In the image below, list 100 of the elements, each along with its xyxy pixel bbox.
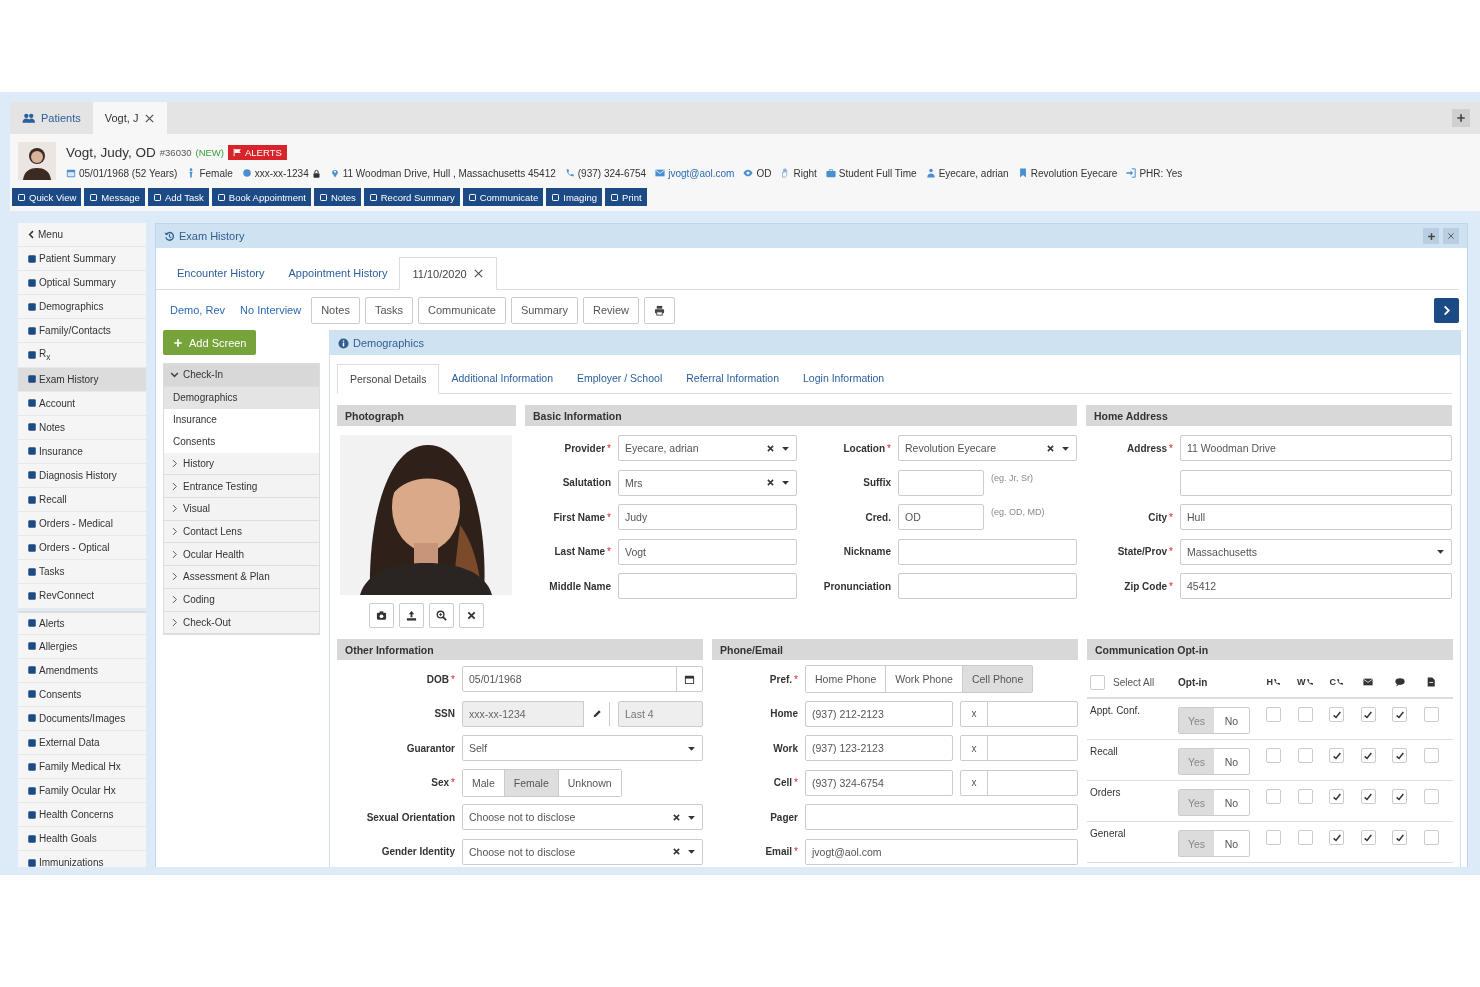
checkbox[interactable] (1360, 748, 1376, 763)
option-button[interactable]: No (1214, 831, 1249, 856)
sidebar-item[interactable]: Family Medical Hx (18, 755, 146, 780)
alerts-button[interactable]: ALERTS (228, 144, 287, 160)
sidebar-item[interactable]: Account (18, 391, 146, 416)
camera-button[interactable] (369, 603, 394, 628)
toolbar-button[interactable]: Summary (510, 296, 578, 324)
sidebar-item[interactable]: Immunizations (18, 851, 146, 867)
sidebar-item[interactable]: Menu (18, 223, 146, 248)
sidebar-item[interactable]: RevConnect (18, 584, 146, 609)
sidebar-item[interactable]: Diagnosis History (18, 463, 146, 489)
sidebar-item[interactable]: Notes (18, 415, 146, 440)
checkbox[interactable] (1392, 830, 1408, 845)
input-field[interactable]: Hull (1180, 504, 1452, 531)
sidebar-item[interactable]: Orders - Optical (18, 536, 146, 561)
tab[interactable]: Referral Information (674, 363, 792, 393)
sidebar-item[interactable]: Demographics (18, 295, 146, 320)
input-field[interactable]: 45412 (1180, 573, 1452, 600)
option-button[interactable]: No (1214, 708, 1249, 733)
input-field[interactable]: (937) 123-2123 (805, 735, 953, 762)
input-field[interactable] (618, 573, 797, 600)
input-field[interactable] (805, 804, 1078, 831)
checkbox[interactable] (1329, 748, 1345, 763)
checkbox[interactable] (1423, 789, 1439, 804)
tree-item[interactable]: Visual (164, 498, 319, 521)
option-button[interactable]: Home Phone (806, 666, 887, 693)
checkbox[interactable] (1329, 707, 1345, 722)
toolbar-button[interactable]: Communicate (418, 296, 506, 324)
sidebar-item[interactable]: Family Ocular Hx (18, 779, 146, 804)
input-field[interactable]: (937) 324-6754 (805, 769, 953, 796)
select-field[interactable]: Eyecare, adrian (618, 435, 797, 462)
action-button[interactable]: Message (84, 188, 145, 206)
upload-button[interactable] (399, 603, 424, 628)
checkbox[interactable] (1360, 789, 1376, 804)
checkbox[interactable] (1266, 748, 1282, 763)
input-field[interactable]: OD (898, 504, 984, 531)
link[interactable]: Demo, Rev (165, 304, 231, 316)
print-button[interactable] (644, 296, 676, 324)
action-button[interactable]: Communicate (462, 188, 544, 206)
tree-item[interactable]: Check-Out (164, 611, 319, 635)
link[interactable]: No Interview (235, 304, 307, 316)
remove-button[interactable] (459, 603, 484, 628)
select-field[interactable]: Mrs (618, 469, 797, 496)
date-field[interactable]: 05/01/1968 (462, 666, 703, 693)
checkbox[interactable] (1297, 748, 1313, 763)
tab[interactable]: Employer / School (565, 363, 675, 393)
toolbar-button[interactable]: Review (582, 296, 640, 324)
input-field[interactable]: xxx-xx-1234 (462, 700, 610, 727)
tab[interactable]: Additional Information (439, 363, 565, 393)
tab[interactable]: Personal Details (337, 364, 440, 394)
tree-item[interactable]: Assessment & Plan (164, 566, 319, 589)
sidebar-item[interactable]: Recall (18, 488, 146, 513)
input-field[interactable] (898, 538, 1077, 565)
extension-field[interactable]: x (960, 735, 1078, 762)
action-button[interactable]: Notes (313, 188, 361, 206)
sidebar-item[interactable]: External Data (18, 730, 146, 756)
tree-item[interactable]: Demographics (164, 386, 319, 409)
action-button[interactable]: Book Appointment (211, 188, 311, 206)
patient-tab[interactable]: Patients (10, 102, 93, 134)
select-field[interactable]: Choose not to disclose (462, 838, 703, 865)
input-field[interactable]: jvogt@aol.com (805, 838, 1078, 865)
sidebar-item[interactable]: Insurance (18, 439, 146, 464)
toolbar-button[interactable]: Notes (311, 296, 360, 324)
sidebar-item[interactable]: Family/Contacts (18, 319, 146, 344)
input-field[interactable]: 11 Woodman Drive (1180, 435, 1452, 462)
input-field[interactable] (898, 469, 984, 496)
toolbar-button[interactable]: Tasks (364, 296, 414, 324)
checkbox[interactable] (1360, 830, 1376, 845)
tree-item[interactable]: Coding (164, 588, 319, 612)
sidebar-item[interactable]: Documents/Images (18, 706, 146, 731)
checkbox[interactable] (1266, 789, 1282, 804)
zoom-button[interactable] (429, 603, 454, 628)
tree-item[interactable]: Check-In (164, 364, 319, 387)
sidebar-item[interactable]: Allergies (18, 634, 146, 659)
option-button[interactable]: No (1214, 749, 1249, 774)
checkbox[interactable] (1423, 830, 1439, 845)
checkbox[interactable] (1329, 789, 1345, 804)
tree-item[interactable]: Contact Lens (164, 520, 319, 544)
checkbox[interactable] (1392, 748, 1408, 763)
add-button[interactable] (1423, 228, 1439, 244)
checkbox[interactable] (1423, 748, 1439, 763)
sidebar-item[interactable]: Patient Summary (18, 247, 146, 272)
option-button[interactable]: Cell Phone (962, 666, 1033, 693)
sidebar-item[interactable]: Orders - Medical (18, 512, 146, 537)
option-button[interactable]: Male (463, 769, 505, 796)
sidebar-item[interactable]: Exam History (18, 367, 146, 392)
tab[interactable]: Encounter History (165, 256, 277, 289)
select-field[interactable]: Massachusetts (1180, 538, 1452, 565)
input-field[interactable] (898, 573, 1077, 600)
sidebar-item[interactable]: Alerts (18, 610, 146, 635)
action-button[interactable]: Add Task (147, 188, 209, 206)
sidebar-item[interactable]: R$_{x}$ (18, 343, 146, 368)
sidebar-item[interactable]: Amendments (18, 658, 146, 683)
tree-item[interactable]: History (164, 452, 319, 476)
patient-tab[interactable]: Vogt, J (92, 102, 168, 134)
sidebar-item[interactable]: Optical Summary (18, 271, 146, 296)
checkbox[interactable] (1266, 707, 1282, 722)
extension-field[interactable]: x (960, 769, 1078, 796)
input-field[interactable]: (937) 212-2123 (805, 700, 953, 727)
next-button[interactable] (1434, 297, 1459, 323)
